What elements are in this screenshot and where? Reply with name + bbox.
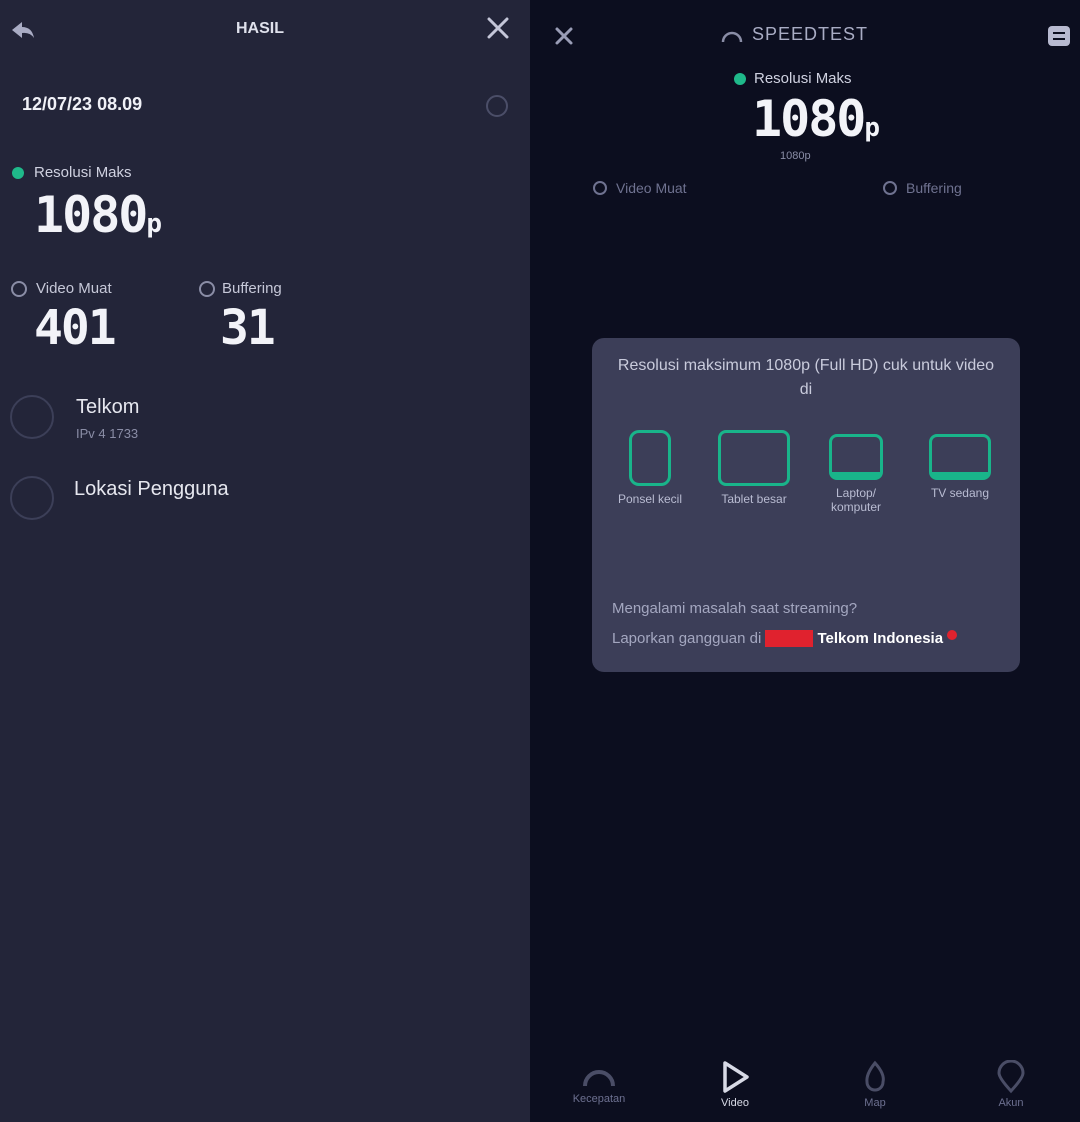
location-label: Lokasi Pengguna: [74, 478, 229, 500]
video-load-label: Video Muat: [616, 180, 687, 196]
nav-label: Map: [864, 1097, 886, 1109]
tv-icon: [929, 434, 991, 480]
video-load-icon: [10, 280, 28, 298]
resolution-label: Resolusi Maks: [34, 164, 132, 181]
phone-icon: [629, 430, 671, 486]
video-load-icon: [592, 180, 608, 196]
info-icon[interactable]: [485, 94, 509, 118]
status-dot: [734, 73, 746, 85]
close-icon[interactable]: [552, 24, 576, 48]
resolution-info-card: Resolusi maksimum 1080p (Full HD) cuk un…: [592, 338, 1020, 672]
device-tv: TV sedang: [910, 434, 1010, 500]
resolution-number: 1080: [752, 90, 866, 148]
device-phone: Ponsel kecil: [600, 430, 700, 506]
device-laptop: Laptop/ komputer: [806, 434, 906, 514]
nav-label: Video: [721, 1097, 749, 1109]
header-title: HASIL: [236, 20, 284, 37]
card-description: Resolusi maksimum 1080p (Full HD) cuk un…: [617, 357, 995, 398]
resolution-value: 1080p: [752, 90, 880, 148]
nav-video[interactable]: Video: [690, 1060, 780, 1109]
resolution-unit: p: [864, 113, 880, 143]
nav-label: Akun: [998, 1097, 1024, 1109]
nav-label: Kecepatan: [572, 1093, 626, 1105]
resolution-number: 1080: [34, 186, 148, 244]
results-pane: HASIL 12/07/23 08.09 Resolusi Maks 1080p…: [0, 0, 530, 1122]
resolution-label: Resolusi Maks: [754, 70, 852, 87]
buffering-label: Buffering: [222, 280, 282, 297]
device-label: TV sedang: [930, 486, 990, 500]
resolution-sub: 1080p: [780, 150, 811, 162]
card-footer-question: Mengalami masalah saat streaming?: [612, 600, 858, 617]
laptop-icon: [829, 434, 883, 480]
report-text: Laporkan gangguan di: [612, 630, 762, 647]
buffering-label: Buffering: [906, 180, 962, 196]
device-label: Tablet besar: [721, 492, 787, 506]
speedtest-title: SPEEDTEST: [752, 24, 869, 44]
provider-sub: IPv 4 1733: [76, 426, 139, 441]
nav-map[interactable]: Map: [830, 1060, 920, 1109]
location-icon: [10, 476, 54, 520]
speedtest-pane: SPEEDTEST Resolusi Maks 1080p 1080p Vide…: [530, 0, 1080, 1122]
resolution-value: 1080p: [34, 186, 162, 244]
external-link-icon[interactable]: [947, 630, 958, 640]
provider-name: Telkom: [76, 396, 140, 418]
buffering-icon: [882, 180, 898, 196]
card-footer-report: Laporkan gangguan di Telkom Indonesia: [612, 630, 958, 647]
status-dot: [12, 167, 24, 179]
report-link[interactable]: Telkom Indonesia: [765, 630, 944, 647]
buffering-icon: [198, 280, 216, 298]
result-date: 12/07/23 08.09: [22, 94, 143, 114]
speedometer-icon: [720, 24, 744, 46]
resolution-unit: p: [146, 209, 162, 239]
flame-icon: [865, 1060, 885, 1092]
nav-account[interactable]: Akun: [966, 1059, 1056, 1109]
play-icon: [723, 1061, 749, 1093]
menu-icon[interactable]: [1046, 24, 1072, 48]
buffering-value: 31: [220, 300, 276, 356]
location-pin-icon: [997, 1059, 1025, 1094]
device-label: Laptop/ komputer: [830, 486, 882, 514]
video-load-label: Video Muat: [36, 280, 112, 297]
tablet-icon: [718, 430, 790, 486]
video-load-value: 401: [34, 300, 117, 356]
close-icon[interactable]: [484, 14, 512, 42]
device-tablet: Tablet besar: [704, 430, 804, 506]
nav-speed[interactable]: Kecepatan: [554, 1060, 644, 1105]
speedometer-icon: [583, 1070, 615, 1087]
provider-icon: [10, 395, 54, 439]
device-label: Ponsel kecil: [617, 492, 683, 506]
